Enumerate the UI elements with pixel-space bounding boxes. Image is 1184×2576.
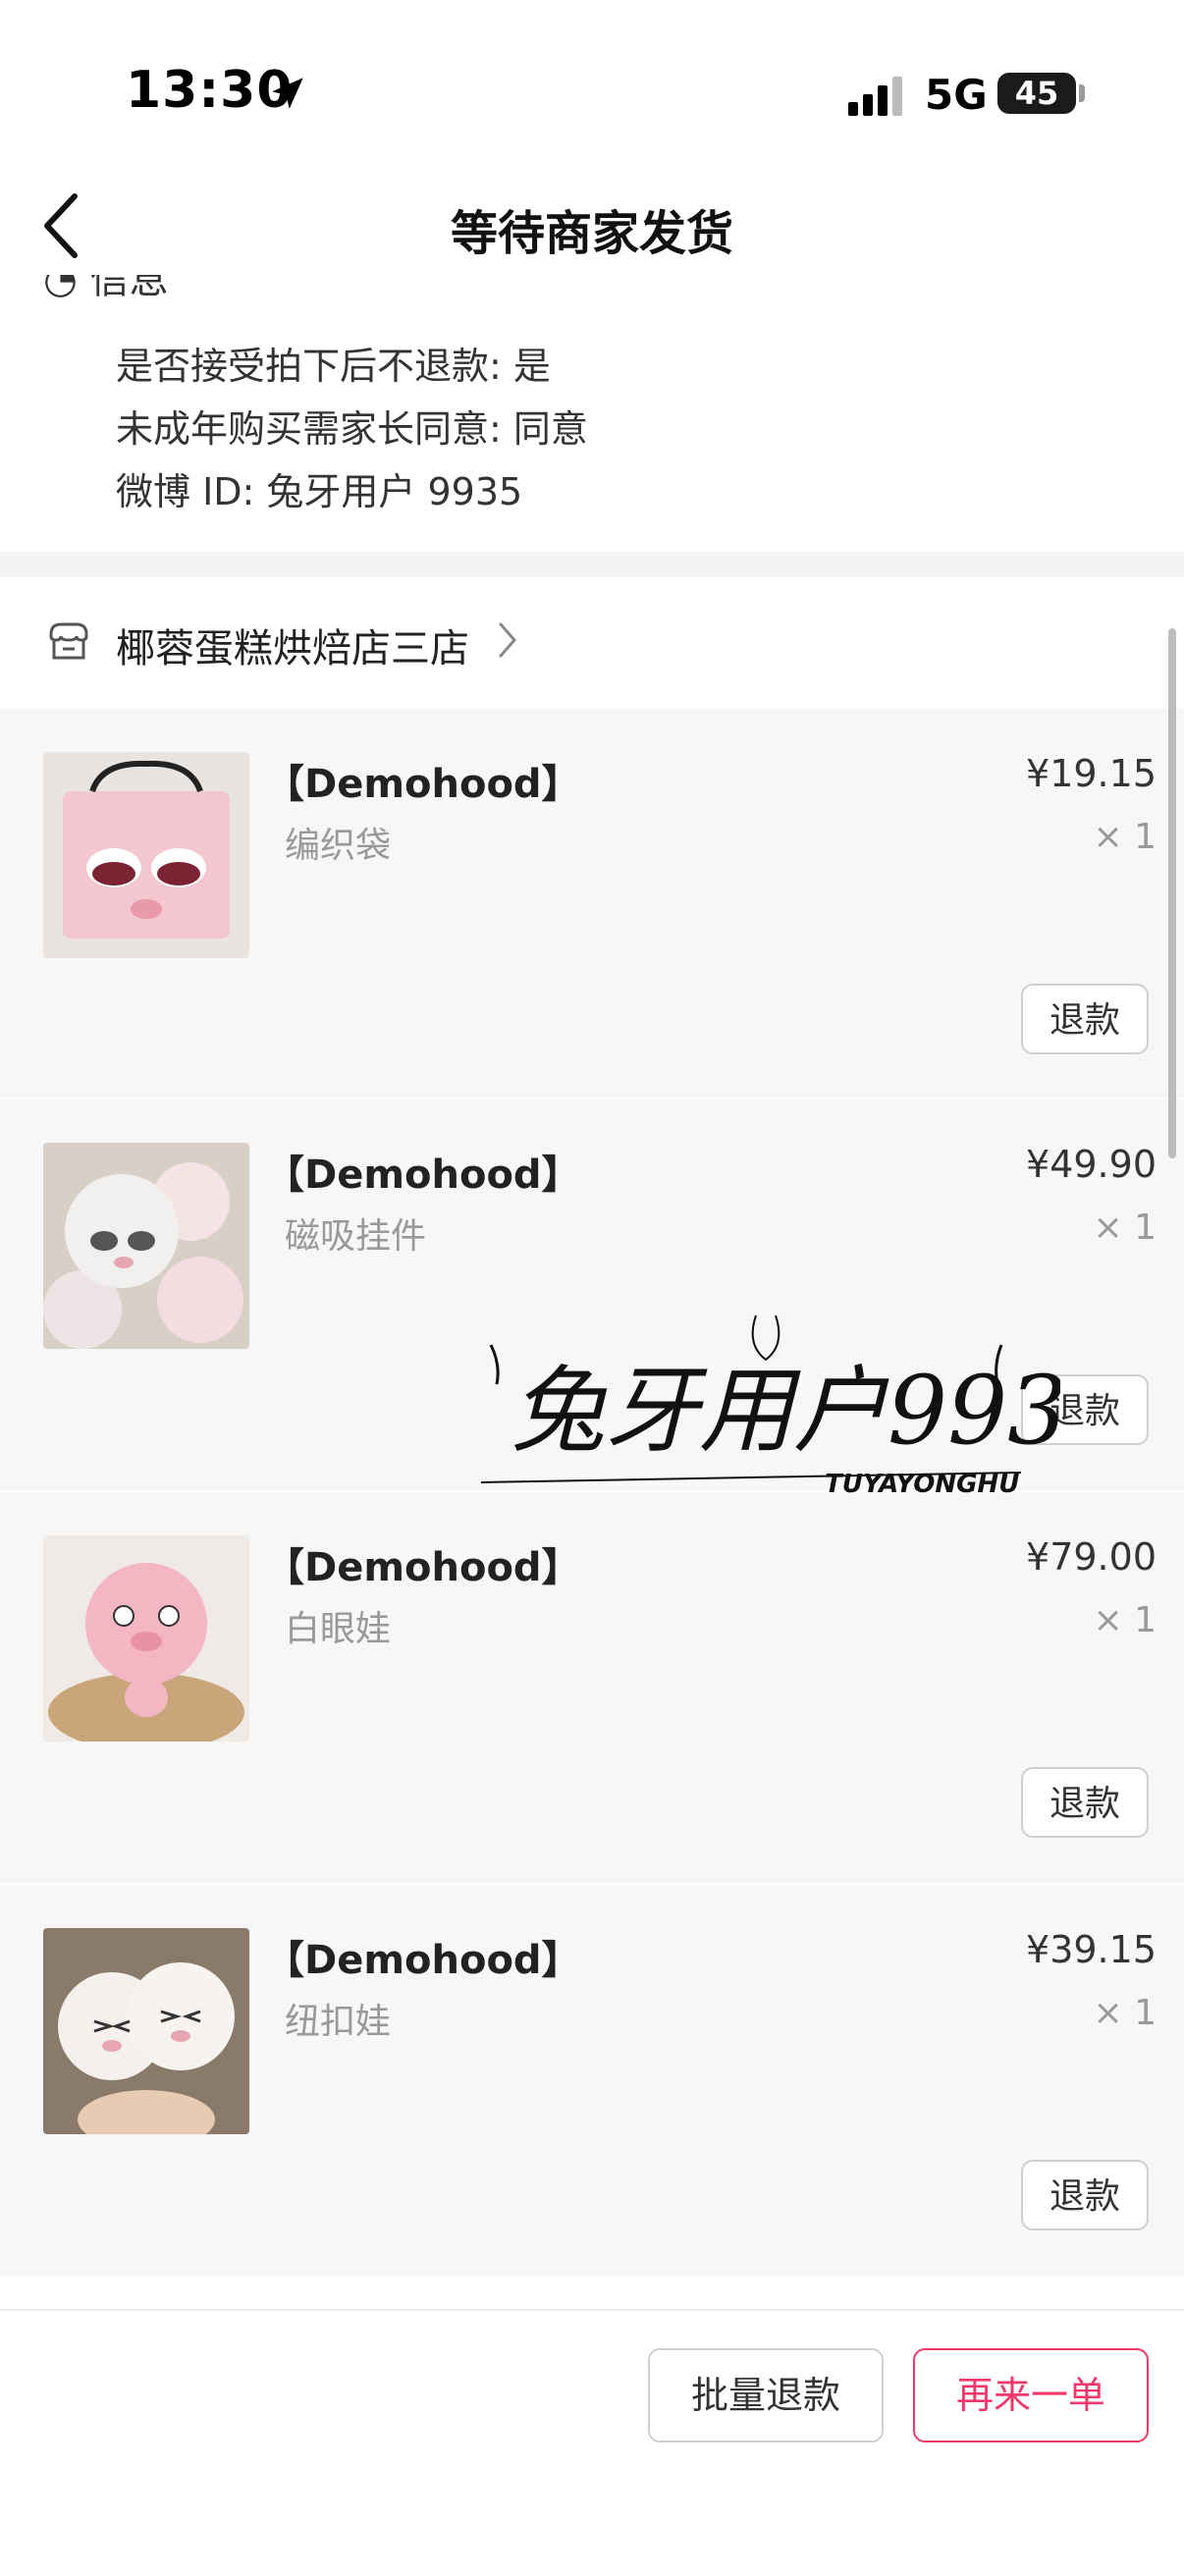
location-arrow-icon: [272, 78, 303, 109]
chevron-right-icon[interactable]: [497, 620, 518, 660]
order-item[interactable]: 【Demohood】 编织袋 ¥19.15 × 1 退款: [0, 709, 1184, 1100]
product-quantity: × 1: [1093, 817, 1157, 857]
product-image-button-doll[interactable]: [43, 1928, 249, 2134]
product-price: ¥49.90: [1026, 1143, 1157, 1186]
signal-icon: [848, 77, 902, 116]
info-heading: ◔ 信息: [43, 275, 169, 304]
info-icon: ◔: [43, 275, 90, 302]
product-image-white-eye-doll[interactable]: [43, 1535, 249, 1742]
battery-icon: 45: [997, 73, 1076, 114]
refund-button[interactable]: 退款: [1021, 2160, 1149, 2230]
network-type: 5G: [925, 71, 988, 119]
product-image-woven-bag[interactable]: [43, 752, 249, 958]
watermark-text: 兔牙用户9935: [511, 1356, 1060, 1466]
store-icon: [49, 622, 88, 660]
page-title: 等待商家发货: [450, 206, 733, 261]
product-title: 【Demohood】: [265, 1938, 581, 1983]
product-variant: 编织袋: [285, 826, 392, 866]
product-image-magnetic-charm[interactable]: [43, 1143, 249, 1349]
bottom-action-bar: 批量退款 再来一单: [0, 2309, 1184, 2576]
product-title: 【Demohood】: [265, 1153, 581, 1198]
info-line-guardian: 未成年购买需家长同意: 同意: [116, 407, 588, 451]
batch-refund-button[interactable]: 批量退款: [648, 2348, 884, 2442]
info-line-no-refund: 是否接受拍下后不退款: 是: [116, 345, 551, 388]
product-price: ¥39.15: [1026, 1928, 1157, 1971]
product-quantity: × 1: [1093, 1600, 1157, 1640]
nav-bar: 等待商家发货: [0, 177, 1184, 275]
refund-button[interactable]: 退款: [1021, 984, 1149, 1054]
product-variant: 白眼娃: [285, 1609, 392, 1649]
store-header[interactable]: 椰蓉蛋糕烘焙店三店: [0, 577, 1184, 709]
status-bar: 13:30 5G 45: [0, 0, 1184, 187]
store-name[interactable]: 椰蓉蛋糕烘焙店三店: [116, 617, 469, 673]
scrollbar[interactable]: [1168, 628, 1176, 1158]
product-quantity: × 1: [1093, 1208, 1157, 1248]
info-line-weibo-id: 微博 ID: 兔牙用户 9935: [116, 470, 523, 513]
reorder-button[interactable]: 再来一单: [913, 2348, 1149, 2442]
watermark-signature: 兔牙用户9935 TUYAYONGHU: [480, 1315, 1060, 1499]
info-heading-label: 信息: [89, 275, 169, 302]
order-info-section: ◔ 信息 是否接受拍下后不退款: 是 未成年购买需家长同意: 同意 微博 ID:…: [0, 275, 1184, 552]
product-title: 【Demohood】: [265, 762, 581, 807]
order-item[interactable]: 【Demohood】 纽扣娃 ¥39.15 × 1 退款: [0, 1885, 1184, 2276]
product-quantity: × 1: [1093, 1993, 1157, 2033]
refund-button[interactable]: 退款: [1021, 1767, 1149, 1838]
product-price: ¥19.15: [1026, 752, 1157, 795]
product-variant: 磁吸挂件: [285, 1216, 427, 1257]
section-gap: [0, 552, 1184, 577]
product-variant: 纽扣娃: [285, 2002, 392, 2042]
battery-cap: [1079, 84, 1085, 102]
